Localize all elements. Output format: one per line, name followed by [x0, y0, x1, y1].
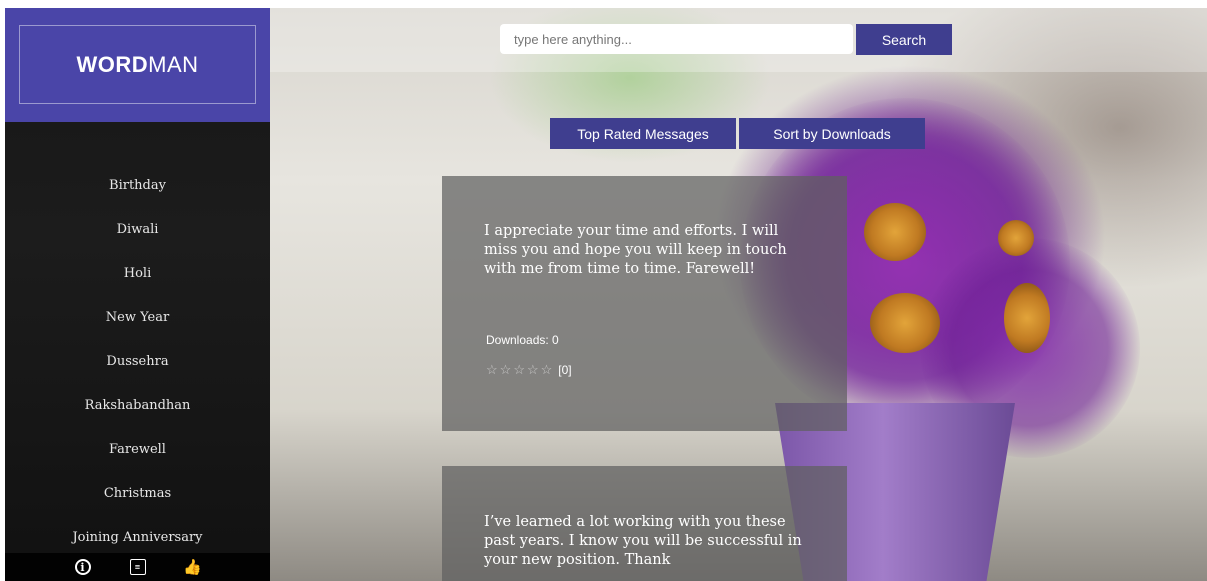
category-nav: Birthday Diwali Holi New Year Dussehra R…: [5, 164, 270, 560]
logo-light: MAN: [148, 51, 199, 77]
sidebar-item-christmas[interactable]: Christmas: [5, 472, 270, 516]
book-icon[interactable]: ≡: [129, 559, 146, 575]
star-icon[interactable]: ☆: [541, 362, 553, 378]
sidebar-item-dussehra[interactable]: Dussehra: [5, 340, 270, 384]
thumbs-up-icon[interactable]: 👍: [183, 558, 202, 576]
main-content: Search Top Rated Messages Sort by Downlo…: [270, 8, 1207, 581]
flower-center-decoration: [1004, 283, 1050, 353]
sidebar-item-new-year[interactable]: New Year: [5, 296, 270, 340]
star-rating: ☆ ☆ ☆ ☆ ☆ [0]: [486, 362, 572, 378]
sidebar: WORD MAN Birthday Diwali Holi New Year Du…: [5, 8, 270, 581]
flower-center-decoration: [998, 220, 1034, 256]
flower-center-decoration: [870, 293, 940, 353]
search-input[interactable]: [500, 24, 853, 54]
star-icon[interactable]: ☆: [486, 362, 498, 378]
message-card[interactable]: I appreciate your time and efforts. I wi…: [442, 176, 847, 431]
search-button[interactable]: Search: [856, 24, 952, 55]
message-text: I’ve learned a lot working with you thes…: [484, 514, 802, 568]
sidebar-item-rakshabandhan[interactable]: Rakshabandhan: [5, 384, 270, 428]
message-text: I appreciate your time and efforts. I wi…: [484, 223, 787, 277]
logo[interactable]: WORD MAN: [19, 25, 256, 104]
star-icon[interactable]: ☆: [513, 362, 525, 378]
sidebar-item-farewell[interactable]: Farewell: [5, 428, 270, 472]
star-icon[interactable]: ☆: [527, 362, 539, 378]
sidebar-item-holi[interactable]: Holi: [5, 252, 270, 296]
star-icon[interactable]: ☆: [500, 362, 512, 378]
download-count: Downloads: 0: [486, 333, 559, 347]
brand-block: WORD MAN: [5, 8, 270, 122]
search-bar: Search: [270, 8, 1207, 72]
sidebar-item-birthday[interactable]: Birthday: [5, 164, 270, 208]
message-card[interactable]: I’ve learned a lot working with you thes…: [442, 466, 847, 581]
logo-bold: WORD: [76, 51, 149, 77]
info-icon[interactable]: i: [74, 559, 91, 575]
rating-count: [0]: [558, 363, 572, 377]
sort-downloads-button[interactable]: Sort by Downloads: [739, 118, 925, 149]
sidebar-footer: i ≡ 👍: [5, 553, 270, 581]
flower-center-decoration: [864, 203, 926, 261]
top-rated-button[interactable]: Top Rated Messages: [550, 118, 736, 149]
sidebar-item-diwali[interactable]: Diwali: [5, 208, 270, 252]
